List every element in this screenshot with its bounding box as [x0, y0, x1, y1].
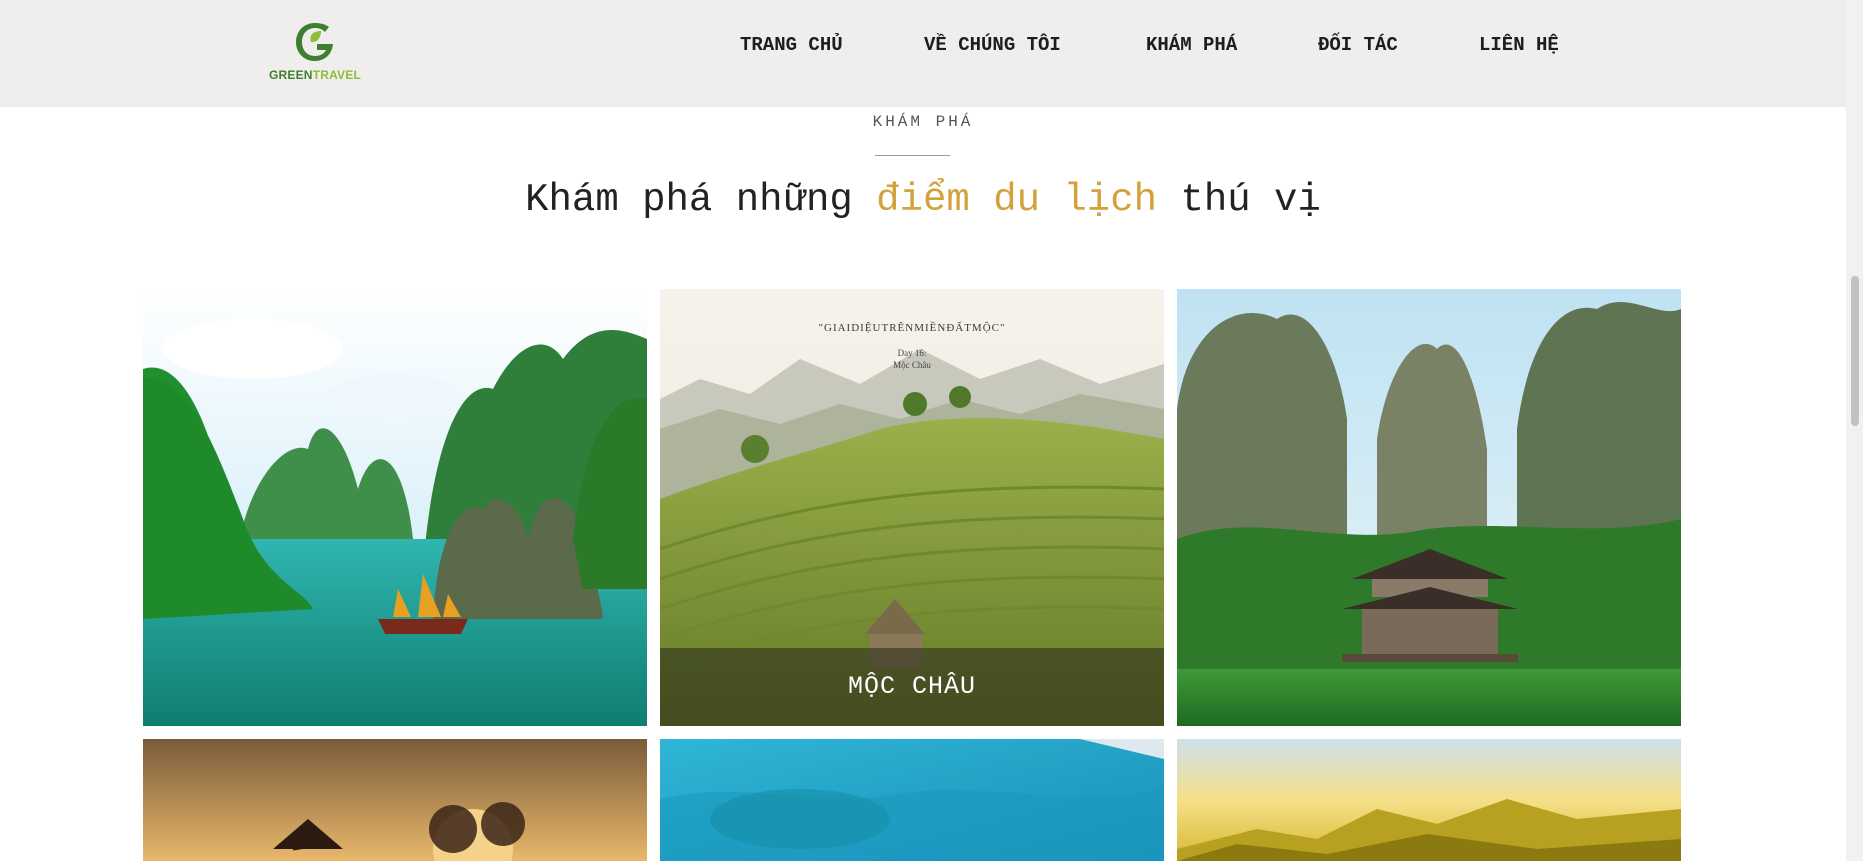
headline-accent: điểm du lịch: [876, 178, 1158, 222]
destination-card-sunset[interactable]: [143, 739, 647, 861]
scrollbar-track[interactable]: [1846, 0, 1863, 861]
turquoise-sea-image: [660, 739, 1164, 861]
nav-partners[interactable]: ĐỐI TÁC: [1318, 34, 1398, 56]
nav-home[interactable]: TRANG CHỦ: [740, 34, 843, 56]
destination-card-trangan[interactable]: [1177, 289, 1681, 726]
nav-contact[interactable]: LIÊN HỆ: [1479, 34, 1559, 56]
headline-before: Khám phá những: [525, 178, 853, 222]
poster-place: Mộc Châu: [893, 360, 931, 370]
poster-title: "GIAIDIỆUTRÊNMIỀNĐẤTMỘC": [818, 322, 1006, 334]
scrollbar-thumb[interactable]: [1851, 276, 1859, 426]
halong-bay-image: [143, 289, 647, 726]
pagoda-lake-image: [1177, 289, 1681, 726]
brand-part-travel: TRAVEL: [312, 68, 361, 82]
destination-card-golden[interactable]: [1177, 739, 1681, 861]
brand-part-green: GREEN: [269, 68, 313, 82]
section-headline: Khám phá những điểm du lịch thú vị: [0, 178, 1846, 222]
card-caption: MỘC CHÂU: [660, 648, 1164, 726]
golden-mountains-image: [1177, 739, 1681, 861]
nav-about[interactable]: VỀ CHÚNG TÔI: [924, 34, 1061, 56]
section-eyebrow: KHÁM PHÁ: [872, 113, 974, 131]
poster-subtitle: Day 16: Mộc Châu: [660, 347, 1164, 371]
leaf-g-icon: [296, 23, 333, 61]
brand-name: GREENTRAVEL: [265, 68, 365, 82]
site-header: GREENTRAVEL TRANG CHỦ VỀ CHÚNG TÔI KHÁM …: [0, 0, 1846, 107]
destination-card-sea[interactable]: [660, 739, 1164, 861]
headline-after: thú vị: [1180, 178, 1321, 222]
destination-card-halong[interactable]: [143, 289, 647, 726]
nav-explore[interactable]: KHÁM PHÁ: [1146, 34, 1237, 56]
green-travel-logo[interactable]: GREENTRAVEL: [265, 20, 365, 84]
section-divider: [875, 155, 950, 156]
destination-card-mocchau[interactable]: "GIAIDIỆUTRÊNMIỀNĐẤTMỘC" Day 16: Mộc Châu…: [660, 289, 1164, 726]
poster-day: Day 16:: [897, 348, 927, 358]
sunset-fishermen-image: [143, 739, 647, 861]
